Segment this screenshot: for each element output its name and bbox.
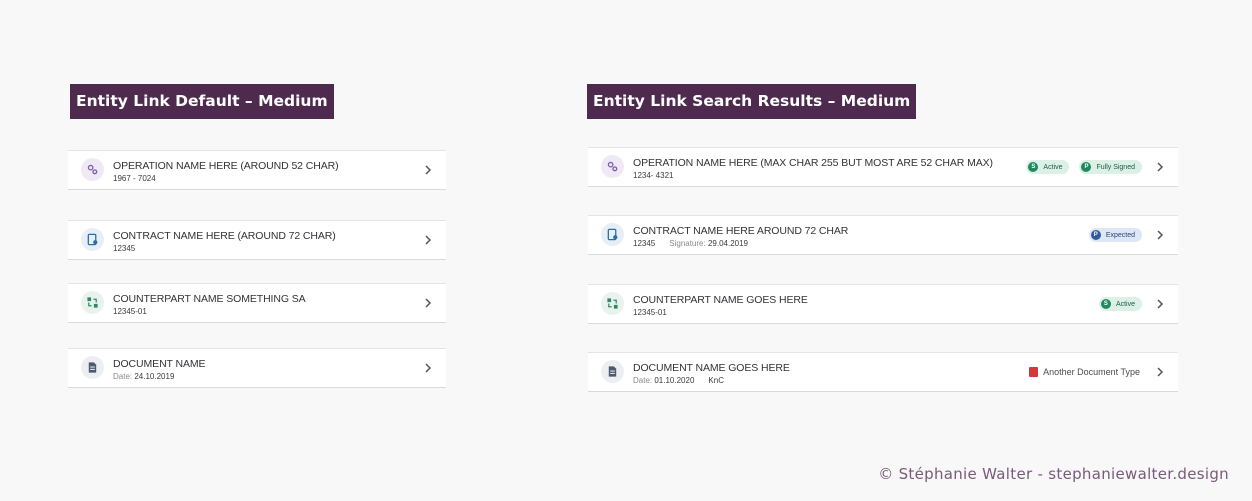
copyright-credit: © Stéphanie Walter - stephaniewalter.des… — [878, 465, 1229, 483]
document-icon — [81, 356, 104, 379]
contract-icon — [81, 228, 104, 251]
gears-icon — [81, 158, 104, 181]
entity-subtitle: 1234- 4321 — [633, 171, 674, 180]
section-title-search-results: Entity Link Search Results – Medium — [587, 84, 917, 119]
entity-subtitle: 12345-01 — [633, 308, 667, 317]
entity-title: CONTRACT NAME HERE (AROUND 72 CHAR) — [113, 230, 336, 242]
entity-subtitle: 12345-01 — [113, 307, 147, 316]
entity-link-counterpart[interactable]: COUNTERPART NAME SOMETHING SA 12345-01 — [68, 283, 446, 323]
entity-subtitle: 1967 - 7024 — [113, 174, 156, 183]
counterpart-icon — [601, 292, 624, 315]
status-badges: P Expected — [1088, 228, 1142, 242]
status-badge: P Fully Signed — [1079, 160, 1142, 174]
entity-title: OPERATION NAME HERE (AROUND 52 CHAR) — [113, 160, 339, 172]
counterpart-icon — [81, 291, 104, 314]
chevron-right-icon — [1154, 298, 1166, 310]
entity-title: DOCUMENT NAME — [113, 358, 206, 370]
search-result-counterpart[interactable]: COUNTERPART NAME GOES HERE 12345-01 S Act… — [588, 284, 1178, 324]
chevron-right-icon — [422, 297, 434, 309]
entity-subtitle: Date: 01.10.2020 KnC — [633, 376, 724, 385]
entity-link-operation[interactable]: OPERATION NAME HERE (AROUND 52 CHAR) 196… — [68, 150, 446, 190]
chevron-right-icon — [1154, 229, 1166, 241]
entity-title: COUNTERPART NAME SOMETHING SA — [113, 293, 306, 305]
status-badges: S Active — [1098, 297, 1142, 311]
entity-subtitle: Date: 24.10.2019 — [113, 372, 175, 381]
entity-subtitle: 12345 — [113, 244, 136, 253]
section-title-default: Entity Link Default – Medium — [70, 84, 334, 119]
entity-title: CONTRACT NAME HERE AROUND 72 CHAR — [633, 225, 849, 237]
entity-title: COUNTERPART NAME GOES HERE — [633, 294, 808, 306]
search-result-contract[interactable]: CONTRACT NAME HERE AROUND 72 CHAR 12345 S… — [588, 215, 1178, 255]
entity-link-contract[interactable]: CONTRACT NAME HERE (AROUND 72 CHAR) 1234… — [68, 220, 446, 260]
search-result-document[interactable]: DOCUMENT NAME GOES HERE Date: 01.10.2020… — [588, 352, 1178, 392]
chevron-right-icon — [422, 362, 434, 374]
chevron-right-icon — [1154, 366, 1166, 378]
status-badges: S Active P Fully Signed — [1026, 160, 1142, 174]
pdf-icon — [1029, 367, 1039, 377]
chevron-right-icon — [422, 234, 434, 246]
chevron-right-icon — [1154, 161, 1166, 173]
search-result-operation[interactable]: OPERATION NAME HERE (MAX CHAR 255 BUT MO… — [588, 147, 1178, 187]
chevron-right-icon — [422, 164, 434, 176]
status-badge: S Active — [1098, 297, 1142, 311]
document-icon — [601, 360, 624, 383]
entity-link-document[interactable]: DOCUMENT NAME Date: 24.10.2019 — [68, 348, 446, 388]
document-type: Another Document Type — [1029, 367, 1140, 377]
gears-icon — [601, 155, 624, 178]
entity-title: DOCUMENT NAME GOES HERE — [633, 362, 790, 374]
status-badge: P Expected — [1088, 228, 1142, 242]
entity-subtitle: 12345 Signature: 29.04.2019 — [633, 239, 748, 248]
contract-icon — [601, 223, 624, 246]
entity-title: OPERATION NAME HERE (MAX CHAR 255 BUT MO… — [633, 157, 993, 169]
status-badge: S Active — [1026, 160, 1070, 174]
